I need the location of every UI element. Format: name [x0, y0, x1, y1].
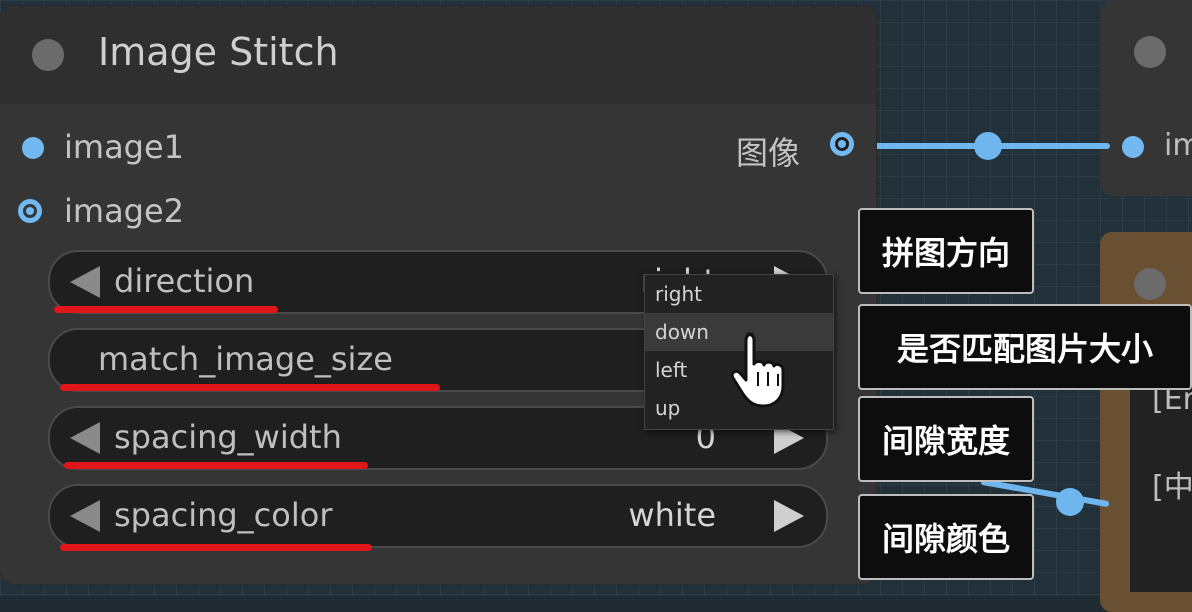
- annotation-direction: 拼图方向: [858, 208, 1034, 294]
- output-slot-dot[interactable]: [830, 132, 854, 156]
- annotation-spacing-width: 间隙宽度: [858, 396, 1034, 482]
- hand-pointer-icon: [730, 332, 785, 408]
- input-label: im: [1164, 128, 1192, 163]
- spacing-color-combo[interactable]: spacing_color white: [48, 484, 828, 548]
- node-title: Image Stitch: [98, 30, 339, 74]
- red-underline-direction: [54, 306, 278, 313]
- input-slot-image2-label: image2: [64, 192, 185, 230]
- direction-label: direction: [114, 262, 255, 300]
- spacing-color-value: white: [628, 496, 716, 534]
- collapse-dot[interactable]: [1134, 36, 1166, 68]
- wire-midpoint-dot[interactable]: [974, 132, 1002, 160]
- input-slot-dot[interactable]: [1122, 136, 1144, 158]
- input-slot-image2-dot[interactable]: [18, 199, 42, 223]
- text-area[interactable]: [Er [中: [1130, 356, 1192, 592]
- spacing-width-label: spacing_width: [114, 418, 342, 456]
- increment-arrow-icon[interactable]: [774, 500, 804, 532]
- red-underline-spacing-color: [60, 544, 372, 551]
- node-header[interactable]: Image Stitch: [0, 6, 876, 104]
- output-slot-label: 图像: [736, 134, 801, 172]
- decrement-arrow-icon[interactable]: [70, 500, 100, 532]
- dropdown-option-right[interactable]: right: [645, 275, 833, 313]
- text-line-2: [中: [1152, 470, 1192, 505]
- collapse-dot[interactable]: [32, 39, 64, 71]
- input-slot-image1-label: image1: [64, 128, 185, 166]
- lower-wire-dot[interactable]: [1056, 488, 1084, 516]
- red-underline-match-image-size: [60, 384, 440, 391]
- background-node-top[interactable]: im: [1100, 0, 1192, 196]
- spacing-color-label: spacing_color: [114, 496, 333, 534]
- match-image-size-label: match_image_size: [98, 340, 393, 378]
- red-underline-spacing-width: [64, 462, 368, 469]
- decrement-arrow-icon[interactable]: [70, 422, 100, 454]
- collapse-dot[interactable]: [1134, 268, 1166, 300]
- background-node-bottom[interactable]: [Er [中: [1100, 232, 1192, 612]
- decrement-arrow-icon[interactable]: [70, 266, 100, 298]
- input-slot-image1-dot[interactable]: [22, 137, 44, 159]
- annotation-spacing-color: 间隙颜色: [858, 494, 1034, 580]
- annotation-match-image-size: 是否匹配图片大小: [858, 304, 1192, 390]
